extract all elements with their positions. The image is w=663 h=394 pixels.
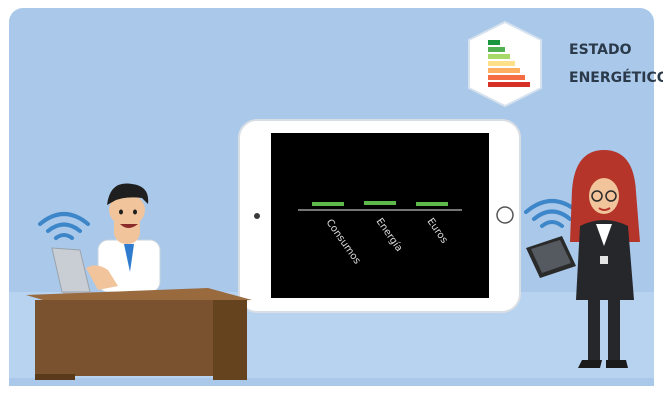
chart-bar-energia [364,201,396,205]
desk [26,288,252,380]
brand-title-line2: ENERGÉTICO [569,69,663,86]
chart-bar-consumos [312,202,344,206]
brand-title-line1: ESTADO [569,42,632,58]
chart-bar-euros [416,202,448,206]
tablet-home-button [496,206,514,224]
tablet-screen [271,133,489,298]
energy-rating-icon [468,20,542,108]
tablet: Consumos Energía Euros [238,119,521,313]
tablet-camera [254,213,260,219]
scene: ESTADO ENERGÉTICO Consumos Energía Euros [9,8,663,386]
